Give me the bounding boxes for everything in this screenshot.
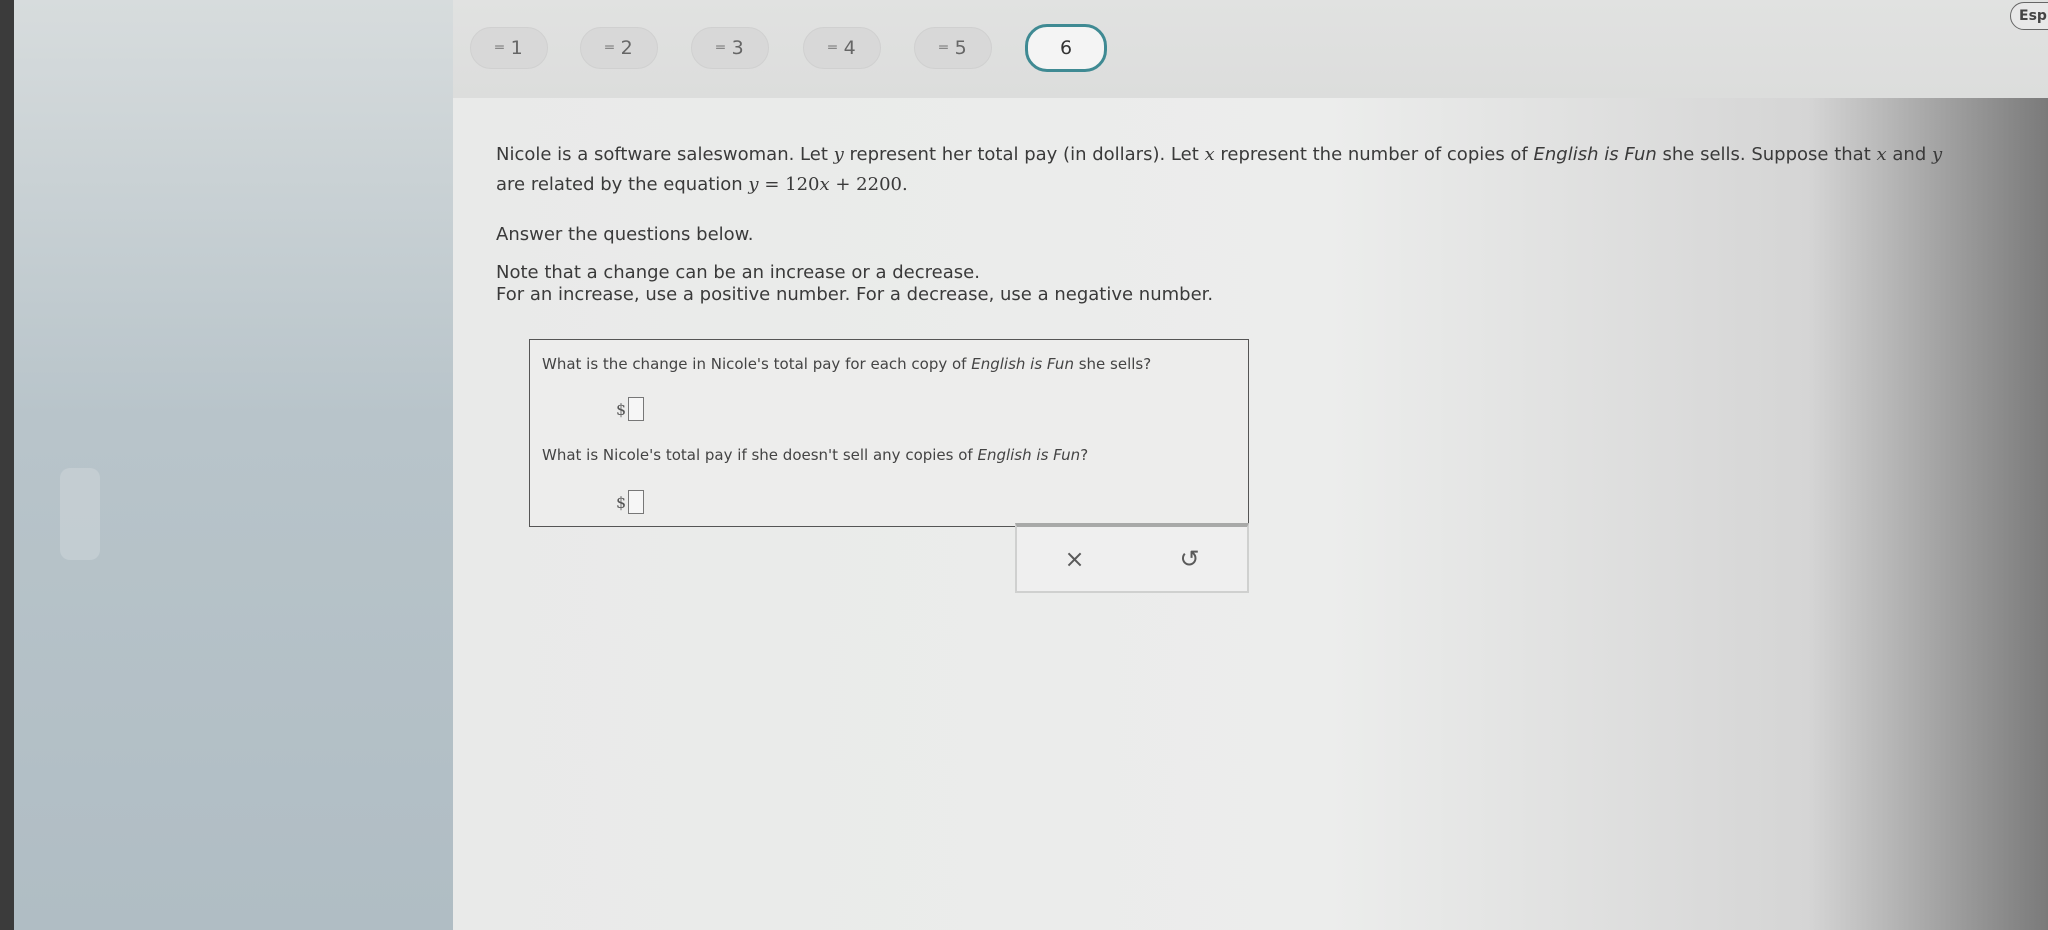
text: and <box>1886 144 1932 165</box>
answer-2-input[interactable] <box>628 490 645 514</box>
answer-1: $ <box>616 397 645 421</box>
text: represent the number of copies of <box>1214 144 1534 165</box>
panel-handle[interactable] <box>60 468 100 560</box>
question-2-text: What is Nicole's total pay if she doesn'… <box>542 446 1088 464</box>
question-box: What is the change in Nicole's total pay… <box>529 339 1249 527</box>
dollar-sign: $ <box>616 399 627 419</box>
var-x: x <box>1204 144 1215 165</box>
question-nav-3[interactable]: ═ 3 <box>691 27 769 69</box>
question-nav-label: 4 <box>843 37 856 59</box>
question-nav-label: 2 <box>620 37 633 59</box>
note-line-2: For an increase, use a positive number. … <box>496 284 1214 305</box>
var-y: y <box>1931 144 1943 165</box>
lines-icon: ═ <box>939 40 948 56</box>
left-panel <box>0 0 453 930</box>
text: What is the change in Nicole's total pay… <box>542 355 972 373</box>
text: ? <box>1080 446 1089 464</box>
answer-2: $ <box>616 490 645 514</box>
lines-icon: ═ <box>828 40 837 56</box>
equation-x: x <box>819 174 830 195</box>
question-nav-label: 3 <box>731 37 744 59</box>
answer-1-input[interactable] <box>628 397 645 421</box>
note-line-1: Note that a change can be an increase or… <box>496 262 980 283</box>
equation-part: = 120 <box>758 174 820 195</box>
text: What is Nicole's total pay if she doesn'… <box>542 446 978 464</box>
question-nav-label: 6 <box>1059 37 1073 59</box>
window-edge <box>0 0 14 930</box>
product-name: English is Fun <box>971 355 1074 373</box>
question-nav-1[interactable]: ═ 1 <box>470 27 548 69</box>
question-nav-4[interactable]: ═ 4 <box>803 27 881 69</box>
clear-icon[interactable]: × <box>1045 545 1105 573</box>
question-nav-5[interactable]: ═ 5 <box>914 27 992 69</box>
language-button[interactable]: Esp <box>2010 2 2048 30</box>
lines-icon: ═ <box>495 40 504 56</box>
product-name: English is Fun <box>977 446 1081 464</box>
text: Nicole is a software saleswoman. Let <box>496 144 834 165</box>
equation-y: y <box>748 174 759 195</box>
undo-icon[interactable]: ↺ <box>1160 545 1220 573</box>
equation-part: + 2200. <box>829 174 908 195</box>
product-name: English is Fun <box>1533 144 1657 165</box>
var-x: x <box>1876 144 1887 165</box>
var-y: y <box>833 144 844 165</box>
problem-statement: Nicole is a software saleswoman. Let y r… <box>496 140 2006 306</box>
action-bar: × ↺ <box>1015 523 1249 593</box>
text: represent her total pay (in dollars). Le… <box>843 144 1205 165</box>
problem-line-1: Nicole is a software saleswoman. Let y r… <box>496 140 2006 170</box>
lines-icon: ═ <box>605 40 614 56</box>
text: are related by the equation <box>496 174 749 195</box>
question-nav-2[interactable]: ═ 2 <box>580 27 658 69</box>
question-1-text: What is the change in Nicole's total pay… <box>542 355 1151 373</box>
question-nav-label: 1 <box>510 37 523 59</box>
dollar-sign: $ <box>616 492 627 512</box>
text: she sells? <box>1073 355 1152 373</box>
lines-icon: ═ <box>716 40 725 56</box>
problem-line-2: are related by the equation y = 120x + 2… <box>496 170 2006 200</box>
question-nav-label: 5 <box>954 37 967 59</box>
question-nav-6[interactable]: 6 <box>1025 24 1107 72</box>
text: she sells. Suppose that <box>1656 144 1877 165</box>
instructions: Answer the questions below. <box>496 224 754 245</box>
